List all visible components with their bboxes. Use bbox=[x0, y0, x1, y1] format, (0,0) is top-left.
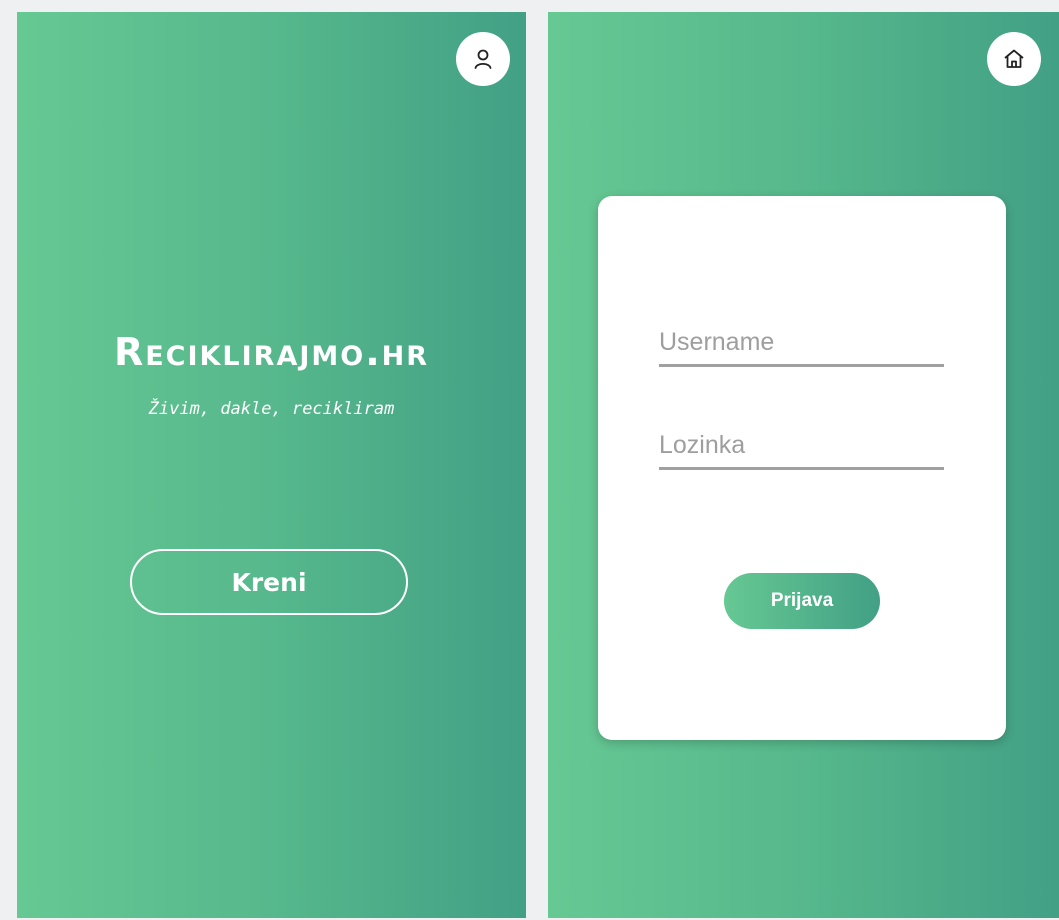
home-icon bbox=[1004, 49, 1024, 68]
landing-screen: Reciklirajmo.hr Živim, dakle, recikliram… bbox=[17, 12, 526, 918]
profile-button[interactable] bbox=[456, 32, 510, 86]
password-input[interactable] bbox=[659, 424, 944, 470]
home-button[interactable] bbox=[987, 32, 1041, 86]
app-title: Reciklirajmo.hr bbox=[113, 330, 430, 374]
login-screen: Prijava bbox=[548, 12, 1059, 918]
login-card: Prijava bbox=[598, 196, 1006, 740]
login-button[interactable]: Prijava bbox=[724, 573, 880, 629]
start-button[interactable]: Kreni bbox=[130, 549, 408, 615]
user-icon bbox=[474, 49, 492, 69]
app-tagline: Živim, dakle, recikliram bbox=[148, 399, 395, 419]
username-input[interactable] bbox=[659, 321, 944, 367]
